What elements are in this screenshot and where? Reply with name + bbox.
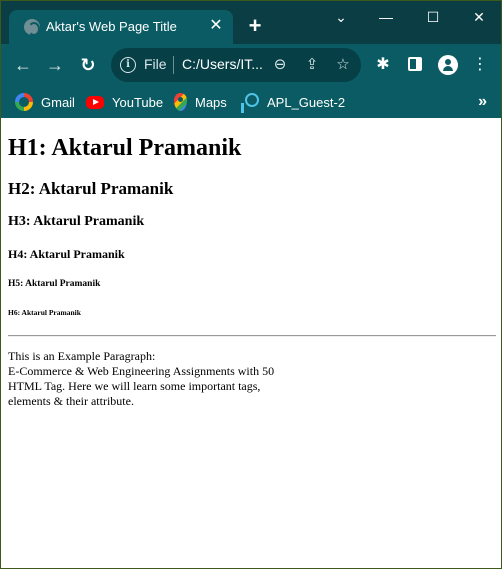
bookmarks-overflow-icon[interactable]: » <box>478 92 487 112</box>
heading-h2: H2: Aktarul Pramanik <box>8 179 174 198</box>
bookmark-apl-guest[interactable]: APL_Guest-2 <box>241 92 346 113</box>
info-icon[interactable]: i <box>120 57 136 73</box>
minimize-button[interactable]: — <box>371 7 401 27</box>
heading-h1: H1: Aktarul Pramanik <box>8 135 242 161</box>
share-icon[interactable]: ⇪ <box>303 56 321 74</box>
maximize-button[interactable]: ☐ <box>418 7 448 27</box>
bookmark-label: Gmail <box>41 94 75 110</box>
bookmark-label: YouTube <box>112 94 164 110</box>
tab-search-dropdown-icon[interactable]: ⌄ <box>326 7 356 27</box>
browser-toolbar: ← → ↻ i File C:/Users/IT... ⊖ ⇪ ☆ ✱ ⋮ <box>1 44 501 86</box>
bookmark-label: Maps <box>195 94 227 110</box>
menu-icon[interactable]: ⋮ <box>470 55 490 75</box>
side-panel-icon[interactable] <box>408 57 422 71</box>
heading-h6: H6: Aktarul Pramanik <box>8 308 81 317</box>
address-bar[interactable]: i File C:/Users/IT... ⊖ ⇪ ☆ <box>111 48 361 82</box>
bookmarks-bar: Gmail YouTube Maps APL_Guest-2 » <box>1 86 501 118</box>
paragraph-body: E-Commerce & Web Engineering Assignments… <box>8 364 275 408</box>
youtube-icon <box>86 95 104 109</box>
bookmark-maps[interactable]: Maps <box>174 92 227 112</box>
paragraph-intro: This is an Example Paragraph: <box>8 349 156 363</box>
new-tab-button[interactable]: + <box>245 15 265 37</box>
horizontal-rule <box>8 335 496 337</box>
close-tab-icon[interactable]: ✕ <box>207 17 225 35</box>
forward-arrow-icon[interactable]: → <box>43 53 67 77</box>
globe-icon <box>24 19 40 36</box>
bookmark-star-icon[interactable]: ☆ <box>334 56 352 74</box>
tab-title: Aktar's Web Page Title <box>46 19 177 34</box>
profile-avatar-icon[interactable] <box>438 55 458 75</box>
scheme-label: File <box>144 56 167 72</box>
zoom-icon[interactable]: ⊖ <box>271 56 289 74</box>
bookmark-label: APL_Guest-2 <box>267 94 346 110</box>
example-paragraph: This is an Example Paragraph: E-Commerce… <box>8 349 293 409</box>
close-window-button[interactable]: ✕ <box>464 7 494 27</box>
bookmark-youtube[interactable]: YouTube <box>86 92 163 112</box>
heading-h4: H4: Aktarul Pramanik <box>8 247 125 261</box>
omnibox-divider <box>173 56 174 74</box>
extensions-icon[interactable]: ✱ <box>373 55 393 75</box>
browser-window: Aktar's Web Page Title ✕ + ⌄ — ☐ ✕ ← → ↻… <box>0 0 502 569</box>
heading-h3: H3: Aktarul Pramanik <box>8 214 145 229</box>
maps-icon <box>174 93 187 111</box>
heading-h5: H5: Aktarul Pramanik <box>8 279 101 289</box>
bookmark-gmail[interactable]: Gmail <box>15 92 75 112</box>
apl-icon <box>241 93 259 113</box>
tab-strip: Aktar's Web Page Title ✕ + ⌄ — ☐ ✕ <box>1 1 501 44</box>
google-icon <box>15 93 33 111</box>
reload-icon[interactable]: ↻ <box>76 53 100 77</box>
active-tab[interactable]: Aktar's Web Page Title ✕ <box>9 10 233 44</box>
url-text[interactable]: C:/Users/IT... <box>182 56 263 72</box>
back-arrow-icon[interactable]: ← <box>11 53 35 77</box>
